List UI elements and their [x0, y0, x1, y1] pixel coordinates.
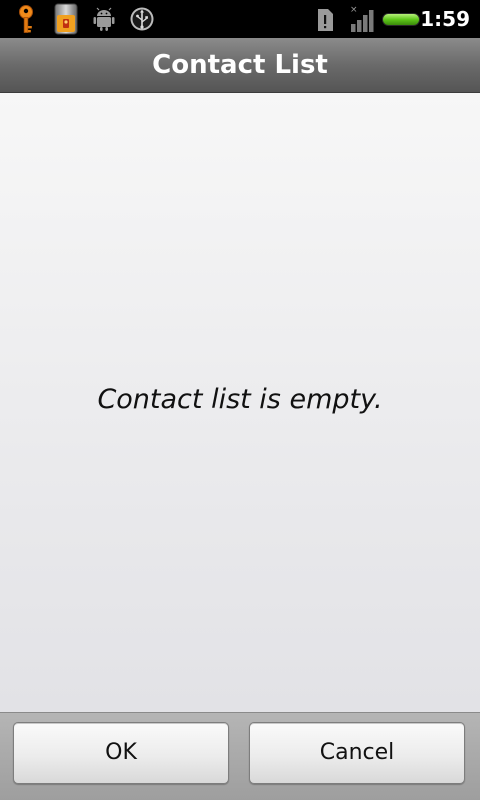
status-clock: 1:59 [420, 7, 470, 31]
status-bar: × 1:59 [0, 0, 480, 38]
ok-button[interactable]: OK [13, 722, 229, 784]
signal-icon: × [350, 5, 374, 32]
title-bar: Contact List [0, 38, 480, 93]
contact-list-area: Contact list is empty. [0, 93, 480, 712]
battery-icon [382, 13, 420, 26]
page-title: Contact List [152, 50, 328, 80]
key-icon [19, 5, 33, 33]
screen: × 1:59 Contact List Contact list is empt… [0, 0, 480, 800]
cancel-button[interactable]: Cancel [249, 722, 465, 784]
button-bar: OK Cancel [0, 712, 480, 800]
usb-icon [130, 7, 154, 31]
empty-list-message: Contact list is empty. [97, 384, 383, 415]
lock-app-icon [54, 3, 78, 35]
android-debug-icon [93, 7, 115, 31]
svg-text:×: × [350, 5, 358, 15]
sd-card-alert-icon [318, 9, 333, 31]
